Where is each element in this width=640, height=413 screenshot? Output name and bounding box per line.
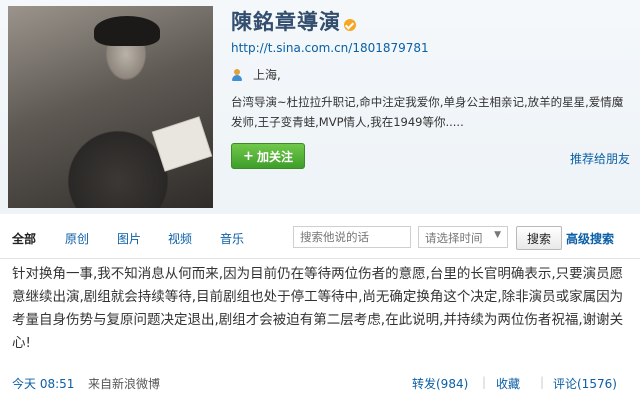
- tab-videos[interactable]: 视频: [168, 230, 192, 247]
- divider: |: [540, 375, 545, 389]
- location-row: 上海,: [231, 66, 281, 83]
- search-input[interactable]: [293, 226, 411, 248]
- post-source: 来自新浪微博: [88, 377, 161, 391]
- user-location-icon: [231, 68, 243, 81]
- name-row: 陳銘章導演: [231, 6, 356, 36]
- profile-bio: 台湾导演~杜拉拉升职记,命中注定我爱你,单身公主相亲记,放羊的星星,爱情魔发师,…: [231, 95, 624, 129]
- divider: |: [482, 375, 487, 389]
- post-time-link[interactable]: 今天 08:51: [12, 375, 74, 392]
- post-text: 针对换角一事,我不知消息从何而来,因为目前仍在等待两位伤者的意愿,台里的长官明确…: [12, 266, 624, 351]
- avatar[interactable]: [8, 6, 213, 208]
- time-select-value: 请选择时间: [425, 231, 483, 245]
- follow-button[interactable]: + 加关注: [231, 143, 305, 169]
- profile-url-link[interactable]: http://t.sina.com.cn/1801879781: [231, 41, 429, 55]
- follow-label: 加关注: [256, 149, 293, 164]
- tab-music[interactable]: 音乐: [220, 230, 244, 247]
- avatar-hair: [94, 16, 160, 46]
- advanced-search-link[interactable]: 高级搜索: [566, 230, 614, 247]
- verified-badge-icon: [344, 19, 356, 31]
- comment-link[interactable]: 评论(1576): [553, 375, 617, 392]
- post-footer: 今天 08:51 来自新浪微博 转发(984) | 收藏 | 评论(1576): [0, 372, 640, 394]
- search-button[interactable]: 搜索: [516, 226, 562, 250]
- time-select[interactable]: 请选择时间 ▼: [418, 226, 508, 248]
- tab-original[interactable]: 原创: [65, 230, 89, 247]
- recommend-to-friend-link[interactable]: 推荐给朋友: [570, 150, 630, 167]
- plus-icon: +: [243, 148, 254, 164]
- profile-name[interactable]: 陳銘章導演: [231, 6, 341, 36]
- tab-all[interactable]: 全部: [12, 230, 36, 247]
- repost-link[interactable]: 转发(984): [412, 375, 468, 392]
- chevron-down-icon: ▼: [494, 230, 501, 240]
- tab-pictures[interactable]: 图片: [117, 230, 141, 247]
- favorite-link[interactable]: 收藏: [496, 375, 520, 392]
- avatar-paper: [152, 117, 212, 171]
- profile-header: 陳銘章導演 http://t.sina.com.cn/1801879781 上海…: [0, 0, 640, 214]
- location-text: 上海,: [253, 68, 281, 82]
